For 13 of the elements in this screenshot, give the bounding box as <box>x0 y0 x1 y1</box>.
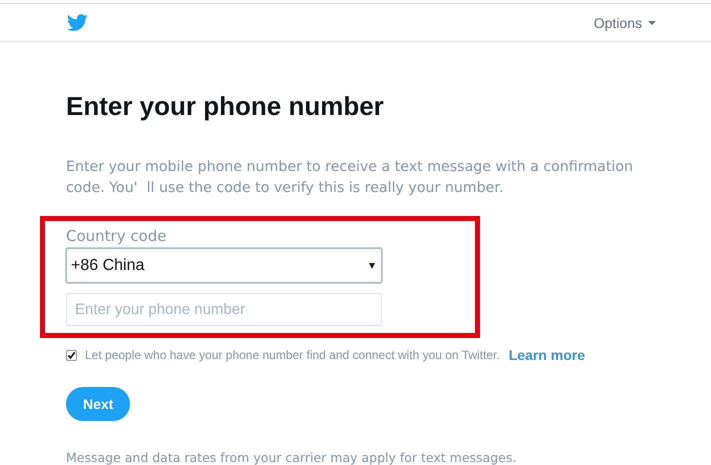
options-menu[interactable]: Options <box>594 14 656 30</box>
next-button[interactable]: Next <box>66 387 130 421</box>
page-title: Enter your phone number <box>66 90 385 122</box>
description-text: Enter your mobile phone number to receive a text message with a confirmation code. You' ll use the code to verify this is really your number. <box>66 158 634 198</box>
field-label: Country code <box>66 227 167 245</box>
phone-number-field[interactable]: Enter your phone number <box>66 293 382 326</box>
bird-logo-icon <box>67 14 88 32</box>
checkbox[interactable] <box>66 350 77 360</box>
checkbox-label: Let people who have your phone number find and connect with you on Twitter. <box>85 348 500 362</box>
dropdown-caret-icon <box>369 262 375 268</box>
footnote-text: Message and data rates from your carrier may apply for text messages. <box>66 450 518 465</box>
learn-more-link[interactable]: Learn more <box>508 347 585 363</box>
country-code-select[interactable]: +86 China <box>66 248 382 283</box>
